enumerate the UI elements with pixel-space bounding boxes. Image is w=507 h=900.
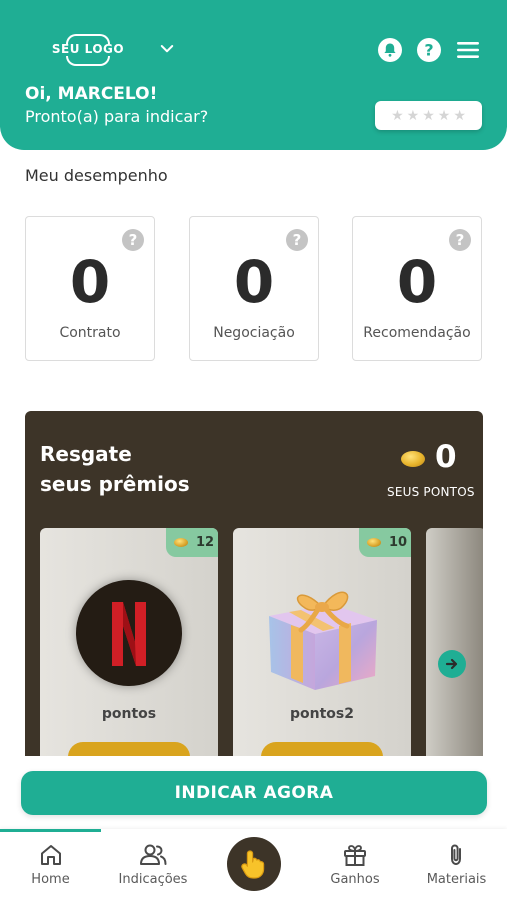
coin-icon [174, 538, 188, 547]
nav-label: Materiais [426, 872, 487, 887]
gift-box-icon [269, 591, 377, 690]
help-icon[interactable]: ? [286, 229, 308, 251]
star-icon[interactable]: ★ [407, 109, 420, 123]
nav-item-ganhos[interactable]: Ganhos [305, 829, 405, 900]
cost-value: 12 [196, 535, 215, 550]
section-title-performance: Meu desempenho [25, 166, 168, 185]
star-icon[interactable]: ★ [391, 109, 404, 123]
nav-item-home[interactable]: Home [0, 829, 101, 900]
coin-icon [367, 538, 381, 547]
rewards-title-line2: seus prêmios [40, 472, 190, 496]
users-icon [140, 844, 167, 865]
coin-icon [401, 451, 425, 467]
home-icon [41, 845, 61, 865]
arrow-right-icon [445, 658, 458, 670]
nav-item-materiais[interactable]: Materiais [406, 829, 507, 900]
stat-card-recomendacao: ? 0 Recomendação [352, 216, 482, 361]
nav-center-indicate-button[interactable] [227, 837, 281, 891]
help-icon[interactable]: ? [122, 229, 144, 251]
logo-arc-bottom [66, 56, 110, 66]
nav-label: Ganhos [330, 872, 380, 887]
rating-stars[interactable]: ★ ★ ★ ★ ★ [375, 101, 482, 130]
app-header: SEU LOGO ? Oi, MARCELO! Pronto(a) para i… [0, 0, 507, 150]
chevron-down-icon[interactable] [158, 40, 176, 58]
nav-label: Indicações [118, 872, 188, 887]
stat-card-contrato: ? 0 Contrato [25, 216, 155, 361]
greeting-subtitle: Pronto(a) para indicar? [25, 107, 209, 126]
rewards-panel: Resgate seus prêmios 0 SEUS PONTOS 12 po… [25, 411, 483, 756]
stat-value: 0 [233, 248, 275, 316]
netflix-logo-icon [76, 580, 182, 686]
redeem-button[interactable] [261, 742, 383, 756]
redeem-button[interactable] [68, 742, 190, 756]
stat-value: 0 [396, 248, 438, 316]
help-icon[interactable]: ? [449, 229, 471, 251]
bottom-nav: Home Indicações Ganhos Materiais [0, 829, 507, 900]
logo-text: SEU LOGO [51, 42, 125, 56]
prize-card[interactable]: 12 pontos [40, 528, 218, 756]
prize-name: pontos2 [290, 706, 354, 722]
cost-badge: 12 [166, 528, 218, 557]
bell-icon[interactable] [378, 38, 402, 62]
stat-value: 0 [69, 248, 111, 316]
next-arrow-button[interactable] [438, 650, 466, 678]
stat-label: Recomendação [363, 325, 471, 341]
prize-card[interactable]: 10 pontos2 [233, 528, 411, 756]
star-icon[interactable]: ★ [422, 109, 435, 123]
menu-icon[interactable] [456, 38, 480, 62]
brand-logo[interactable]: SEU LOGO [48, 34, 128, 66]
svg-text:?: ? [424, 41, 433, 60]
greeting: Oi, MARCELO! [25, 84, 158, 104]
rewards-title-line1: Resgate [40, 442, 132, 466]
paperclip-icon [451, 844, 461, 866]
star-icon[interactable]: ★ [453, 109, 466, 123]
gift-icon [344, 845, 366, 866]
cost-badge: 10 [359, 528, 411, 557]
star-icon[interactable]: ★ [438, 109, 451, 123]
nav-item-indicacoes[interactable]: Indicações [103, 829, 203, 900]
indicate-now-button[interactable]: INDICAR AGORA [21, 771, 487, 815]
nav-label: Home [31, 872, 70, 887]
stat-card-negociacao: ? 0 Negociação [189, 216, 319, 361]
stat-label: Contrato [59, 325, 121, 341]
stat-label: Negociação [213, 325, 295, 341]
cost-value: 10 [389, 535, 408, 550]
help-icon[interactable]: ? [417, 38, 441, 62]
points-label: SEUS PONTOS [387, 485, 475, 499]
pointing-hand-icon [241, 850, 265, 879]
points-value: 0 [435, 439, 457, 475]
prize-card-partial[interactable] [426, 528, 483, 756]
rewards-title: Resgate seus prêmios [40, 439, 190, 499]
prize-name: pontos [101, 706, 157, 722]
